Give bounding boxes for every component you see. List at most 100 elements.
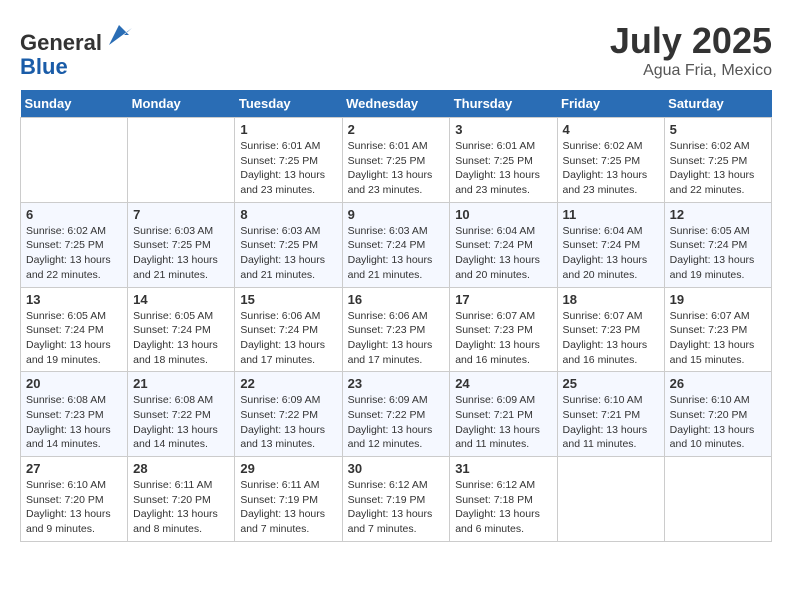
title-block: July 2025 Agua Fria, Mexico <box>610 20 772 80</box>
day-info: Sunrise: 6:09 AM Sunset: 7:22 PM Dayligh… <box>348 393 445 452</box>
day-number: 22 <box>240 376 336 391</box>
day-info: Sunrise: 6:05 AM Sunset: 7:24 PM Dayligh… <box>26 309 122 368</box>
day-info: Sunrise: 6:02 AM Sunset: 7:25 PM Dayligh… <box>26 224 122 283</box>
day-info: Sunrise: 6:11 AM Sunset: 7:20 PM Dayligh… <box>133 478 229 537</box>
calendar-week-row: 1 Sunrise: 6:01 AM Sunset: 7:25 PM Daylig… <box>21 118 772 203</box>
calendar-cell <box>664 457 771 542</box>
day-info: Sunrise: 6:01 AM Sunset: 7:25 PM Dayligh… <box>348 139 445 198</box>
day-info: Sunrise: 6:11 AM Sunset: 7:19 PM Dayligh… <box>240 478 336 537</box>
calendar-cell <box>21 118 128 203</box>
day-info: Sunrise: 6:06 AM Sunset: 7:24 PM Dayligh… <box>240 309 336 368</box>
day-number: 23 <box>348 376 445 391</box>
day-number: 15 <box>240 292 336 307</box>
calendar-cell: 14 Sunrise: 6:05 AM Sunset: 7:24 PM Dayli… <box>128 287 235 372</box>
day-number: 11 <box>563 207 659 222</box>
day-info: Sunrise: 6:03 AM Sunset: 7:25 PM Dayligh… <box>133 224 229 283</box>
calendar-week-row: 6 Sunrise: 6:02 AM Sunset: 7:25 PM Daylig… <box>21 202 772 287</box>
col-header-tuesday: Tuesday <box>235 90 342 118</box>
day-info: Sunrise: 6:10 AM Sunset: 7:21 PM Dayligh… <box>563 393 659 452</box>
day-number: 18 <box>563 292 659 307</box>
day-number: 31 <box>455 461 551 476</box>
calendar-cell: 30 Sunrise: 6:12 AM Sunset: 7:19 PM Dayli… <box>342 457 450 542</box>
day-info: Sunrise: 6:02 AM Sunset: 7:25 PM Dayligh… <box>670 139 766 198</box>
logo-bird-icon <box>104 20 134 50</box>
day-info: Sunrise: 6:12 AM Sunset: 7:18 PM Dayligh… <box>455 478 551 537</box>
col-header-sunday: Sunday <box>21 90 128 118</box>
calendar-header-row: SundayMondayTuesdayWednesdayThursdayFrid… <box>21 90 772 118</box>
day-number: 5 <box>670 122 766 137</box>
day-info: Sunrise: 6:04 AM Sunset: 7:24 PM Dayligh… <box>455 224 551 283</box>
day-info: Sunrise: 6:10 AM Sunset: 7:20 PM Dayligh… <box>26 478 122 537</box>
col-header-saturday: Saturday <box>664 90 771 118</box>
month-title: July 2025 <box>610 20 772 62</box>
col-header-friday: Friday <box>557 90 664 118</box>
day-number: 2 <box>348 122 445 137</box>
col-header-monday: Monday <box>128 90 235 118</box>
calendar-cell: 11 Sunrise: 6:04 AM Sunset: 7:24 PM Dayli… <box>557 202 664 287</box>
day-number: 28 <box>133 461 229 476</box>
day-number: 19 <box>670 292 766 307</box>
day-number: 17 <box>455 292 551 307</box>
calendar-cell: 19 Sunrise: 6:07 AM Sunset: 7:23 PM Dayli… <box>664 287 771 372</box>
calendar-cell: 5 Sunrise: 6:02 AM Sunset: 7:25 PM Daylig… <box>664 118 771 203</box>
day-number: 27 <box>26 461 122 476</box>
day-info: Sunrise: 6:07 AM Sunset: 7:23 PM Dayligh… <box>563 309 659 368</box>
calendar-cell: 4Sunrise: 6:02 AM Sunset: 7:25 PM Daylig… <box>557 118 664 203</box>
calendar-cell: 7Sunrise: 6:03 AM Sunset: 7:25 PM Daylig… <box>128 202 235 287</box>
calendar-cell: 12Sunrise: 6:05 AM Sunset: 7:24 PM Dayli… <box>664 202 771 287</box>
day-info: Sunrise: 6:05 AM Sunset: 7:24 PM Dayligh… <box>133 309 229 368</box>
day-number: 16 <box>348 292 445 307</box>
calendar-week-row: 27 Sunrise: 6:10 AM Sunset: 7:20 PM Dayli… <box>21 457 772 542</box>
day-number: 29 <box>240 461 336 476</box>
day-info: Sunrise: 6:12 AM Sunset: 7:19 PM Dayligh… <box>348 478 445 537</box>
day-number: 8 <box>240 207 336 222</box>
col-header-thursday: Thursday <box>450 90 557 118</box>
calendar-cell: 8Sunrise: 6:03 AM Sunset: 7:25 PM Daylig… <box>235 202 342 287</box>
calendar-cell <box>128 118 235 203</box>
day-info: Sunrise: 6:04 AM Sunset: 7:24 PM Dayligh… <box>563 224 659 283</box>
day-info: Sunrise: 6:07 AM Sunset: 7:23 PM Dayligh… <box>670 309 766 368</box>
day-number: 30 <box>348 461 445 476</box>
day-number: 13 <box>26 292 122 307</box>
day-number: 12 <box>670 207 766 222</box>
calendar-cell: 10 Sunrise: 6:04 AM Sunset: 7:24 PM Dayli… <box>450 202 557 287</box>
location: Agua Fria, Mexico <box>610 62 772 80</box>
calendar-cell: 22 Sunrise: 6:09 AM Sunset: 7:22 PM Dayli… <box>235 372 342 457</box>
calendar-week-row: 13 Sunrise: 6:05 AM Sunset: 7:24 PM Dayli… <box>21 287 772 372</box>
calendar-cell: 28 Sunrise: 6:11 AM Sunset: 7:20 PM Dayli… <box>128 457 235 542</box>
logo-general: General <box>20 30 102 55</box>
calendar-cell: 26Sunrise: 6:10 AM Sunset: 7:20 PM Dayli… <box>664 372 771 457</box>
day-number: 24 <box>455 376 551 391</box>
day-info: Sunrise: 6:10 AM Sunset: 7:20 PM Dayligh… <box>670 393 766 452</box>
day-number: 3 <box>455 122 551 137</box>
day-number: 6 <box>26 207 122 222</box>
day-number: 9 <box>348 207 445 222</box>
calendar-cell <box>557 457 664 542</box>
page-header: General Blue July 2025 Agua Fria, Mexico <box>20 20 772 80</box>
day-info: Sunrise: 6:01 AM Sunset: 7:25 PM Dayligh… <box>240 139 336 198</box>
calendar-cell: 9Sunrise: 6:03 AM Sunset: 7:24 PM Daylig… <box>342 202 450 287</box>
day-number: 4 <box>563 122 659 137</box>
day-number: 10 <box>455 207 551 222</box>
calendar-cell: 2 Sunrise: 6:01 AM Sunset: 7:25 PM Daylig… <box>342 118 450 203</box>
col-header-wednesday: Wednesday <box>342 90 450 118</box>
calendar-cell: 17Sunrise: 6:07 AM Sunset: 7:23 PM Dayli… <box>450 287 557 372</box>
calendar-cell: 31 Sunrise: 6:12 AM Sunset: 7:18 PM Dayli… <box>450 457 557 542</box>
calendar-cell: 15 Sunrise: 6:06 AM Sunset: 7:24 PM Dayli… <box>235 287 342 372</box>
calendar-cell: 29 Sunrise: 6:11 AM Sunset: 7:19 PM Dayli… <box>235 457 342 542</box>
day-number: 20 <box>26 376 122 391</box>
day-number: 1 <box>240 122 336 137</box>
day-info: Sunrise: 6:09 AM Sunset: 7:21 PM Dayligh… <box>455 393 551 452</box>
calendar-cell: 18 Sunrise: 6:07 AM Sunset: 7:23 PM Dayli… <box>557 287 664 372</box>
calendar-cell: 25 Sunrise: 6:10 AM Sunset: 7:21 PM Dayli… <box>557 372 664 457</box>
calendar-cell: 13 Sunrise: 6:05 AM Sunset: 7:24 PM Dayli… <box>21 287 128 372</box>
logo-blue: Blue <box>20 55 68 79</box>
logo: General Blue <box>20 20 134 79</box>
calendar-cell: 24 Sunrise: 6:09 AM Sunset: 7:21 PM Dayli… <box>450 372 557 457</box>
calendar-cell: 6 Sunrise: 6:02 AM Sunset: 7:25 PM Daylig… <box>21 202 128 287</box>
day-info: Sunrise: 6:09 AM Sunset: 7:22 PM Dayligh… <box>240 393 336 452</box>
day-number: 25 <box>563 376 659 391</box>
day-info: Sunrise: 6:06 AM Sunset: 7:23 PM Dayligh… <box>348 309 445 368</box>
day-number: 14 <box>133 292 229 307</box>
calendar-table: SundayMondayTuesdayWednesdayThursdayFrid… <box>20 90 772 542</box>
